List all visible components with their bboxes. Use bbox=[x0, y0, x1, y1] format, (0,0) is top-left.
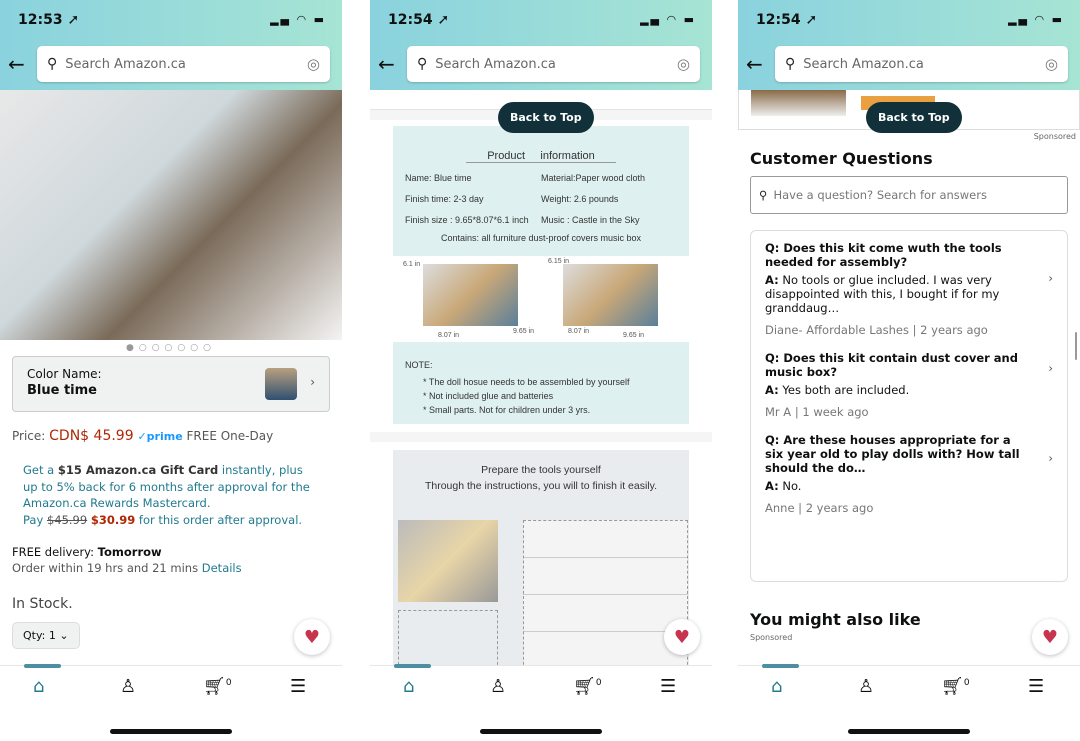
search-icon: ⚲ bbox=[47, 56, 58, 72]
scrollbar[interactable] bbox=[1075, 332, 1077, 360]
question-item[interactable]: Q: Are these houses appropriate for a si… bbox=[765, 433, 1053, 515]
search-icon: ⚲ bbox=[417, 56, 428, 72]
also-like-heading: You might also like bbox=[750, 610, 921, 629]
menu-icon[interactable]: ☰ bbox=[290, 676, 306, 697]
camera-icon[interactable]: ◎ bbox=[677, 55, 690, 73]
question-search-input[interactable]: ⚲ Have a question? Search for answers bbox=[750, 176, 1068, 214]
color-selector[interactable]: Color Name: Blue time › bbox=[12, 356, 330, 412]
chevron-right-icon: › bbox=[1048, 271, 1053, 285]
prime-badge: ✓prime bbox=[137, 430, 183, 443]
screen-questions: 12:54 ➚ ▂▄ ◠ ▬ ← ⚲ Search Amazon.ca ◎ Back… bbox=[738, 0, 1080, 741]
chevron-right-icon: › bbox=[1048, 361, 1053, 375]
account-icon[interactable]: ♙ bbox=[120, 676, 136, 697]
header: 12:54 ➚ ▂▄ ◠ ▬ ← ⚲ Search Amazon.ca ◎ bbox=[738, 0, 1080, 90]
price-row: Price: CDN$ 45.99 ✓prime FREE One-Day bbox=[12, 428, 274, 444]
camera-icon[interactable]: ◎ bbox=[307, 55, 320, 73]
search-input[interactable]: ⚲ Search Amazon.ca ◎ bbox=[407, 46, 700, 82]
color-thumbnail bbox=[265, 368, 297, 400]
cart-icon[interactable]: 🛒︎0 bbox=[941, 676, 970, 697]
menu-icon[interactable]: ☰ bbox=[1028, 676, 1044, 697]
image-pager[interactable]: ●○○○○○○ bbox=[0, 343, 342, 353]
delivery-info: FREE delivery: Tomorrow Order within 19 h… bbox=[12, 545, 242, 575]
screen-description: 12:54 ➚ ▂▄ ◠ ▬ ← ⚲ Search Amazon.ca ◎ Back… bbox=[370, 0, 712, 741]
product-image[interactable] bbox=[0, 90, 342, 340]
cart-icon[interactable]: 🛒︎0 bbox=[573, 676, 602, 697]
account-icon[interactable]: ♙ bbox=[858, 676, 874, 697]
bottom-nav: ⌂ ♙ 🛒︎0 ☰ bbox=[0, 664, 342, 741]
back-to-top-button[interactable]: Back to Top bbox=[866, 102, 962, 133]
tools-instructions-image: Prepare the tools yourself Through the in… bbox=[370, 442, 712, 665]
back-arrow-icon[interactable]: ← bbox=[378, 52, 395, 76]
status-time: 12:54 ➚ bbox=[388, 12, 450, 28]
chevron-right-icon: › bbox=[1048, 451, 1053, 465]
product-info-image: Product information Name: Blue time Mater… bbox=[370, 120, 712, 432]
search-icon: ⚲ bbox=[785, 56, 796, 72]
credit-card-offer[interactable]: Get a $15 Amazon.ca Gift Card instantly,… bbox=[23, 462, 319, 528]
search-icon: ⚲ bbox=[759, 188, 768, 202]
header: 12:54 ➚ ▂▄ ◠ ▬ ← ⚲ Search Amazon.ca ◎ bbox=[370, 0, 712, 90]
camera-icon[interactable]: ◎ bbox=[1045, 55, 1058, 73]
cart-icon[interactable]: 🛒︎0 bbox=[203, 676, 232, 697]
questions-list: Q: Does this kit come wuth the tools nee… bbox=[750, 230, 1068, 582]
menu-icon[interactable]: ☰ bbox=[660, 676, 676, 697]
heart-icon[interactable]: ♥ bbox=[294, 619, 330, 655]
chevron-right-icon: › bbox=[310, 375, 315, 389]
bottom-nav: ⌂ ♙ 🛒︎0 ☰ bbox=[738, 664, 1080, 741]
stock-status: In Stock. bbox=[12, 596, 73, 612]
bottom-nav: ⌂ ♙ 🛒︎0 ☰ bbox=[370, 664, 712, 741]
quantity-dropdown[interactable]: Qty: 1 ⌄ bbox=[12, 622, 80, 649]
search-input[interactable]: ⚲ Search Amazon.ca ◎ bbox=[37, 46, 330, 82]
back-arrow-icon[interactable]: ← bbox=[746, 52, 763, 76]
status-icons: ▂▄ ◠ ▬ bbox=[1008, 13, 1064, 26]
header: 12:53 ➚ ▂▄ ◠ ▬ ← ⚲ Search Amazon.ca ◎ bbox=[0, 0, 342, 90]
status-icons: ▂▄ ◠ ▬ bbox=[270, 13, 326, 26]
screen-product: 12:53 ➚ ▂▄ ◠ ▬ ← ⚲ Search Amazon.ca ◎ ●○○○… bbox=[0, 0, 342, 741]
back-arrow-icon[interactable]: ← bbox=[8, 52, 25, 76]
account-icon[interactable]: ♙ bbox=[490, 676, 506, 697]
home-icon[interactable]: ⌂ bbox=[33, 676, 44, 697]
back-to-top-button[interactable]: Back to Top bbox=[498, 102, 594, 133]
heart-icon[interactable]: ♥ bbox=[664, 619, 700, 655]
details-link[interactable]: Details bbox=[202, 561, 242, 575]
home-icon[interactable]: ⌂ bbox=[403, 676, 414, 697]
customer-questions-heading: Customer Questions bbox=[750, 149, 933, 168]
question-item[interactable]: Q: Does this kit come wuth the tools nee… bbox=[765, 241, 1053, 337]
status-icons: ▂▄ ◠ ▬ bbox=[640, 13, 696, 26]
search-input[interactable]: ⚲ Search Amazon.ca ◎ bbox=[775, 46, 1068, 82]
status-time: 12:53 ➚ bbox=[18, 12, 80, 28]
status-time: 12:54 ➚ bbox=[756, 12, 818, 28]
home-icon[interactable]: ⌂ bbox=[771, 676, 782, 697]
question-item[interactable]: Q: Does this kit contain dust cover and … bbox=[765, 351, 1053, 419]
heart-icon[interactable]: ♥ bbox=[1032, 619, 1068, 655]
